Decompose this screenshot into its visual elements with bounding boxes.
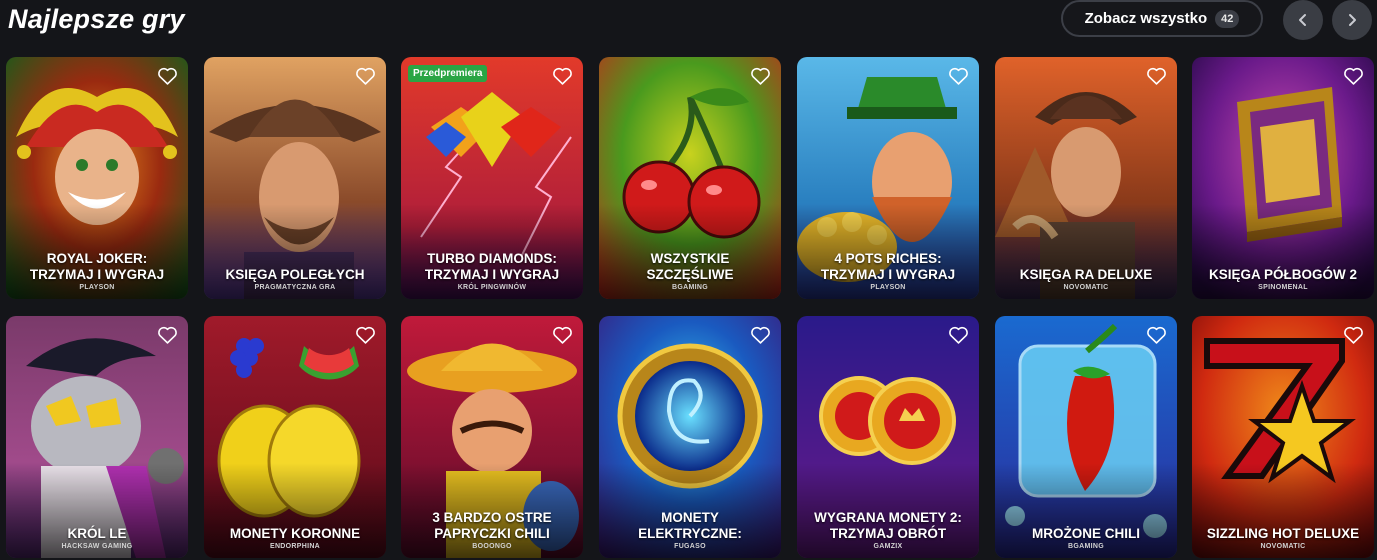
game-provider: BGaming [672, 284, 708, 291]
game-title: Mrożone Chili [1032, 526, 1140, 541]
see-all-button[interactable]: Zobacz wszystko 42 [1061, 0, 1263, 37]
game-card[interactable]: Księga Poległych Pragmatyczna gra [204, 57, 386, 299]
see-all-label: Zobacz wszystko [1084, 10, 1208, 27]
game-provider: Novomatic [1260, 543, 1306, 550]
game-title: Monety Koronne [229, 526, 361, 541]
game-provider: Król Pingwinów [457, 284, 527, 291]
game-provider: Playson [79, 284, 115, 291]
heart-icon[interactable] [157, 325, 178, 345]
game-card[interactable]: Księga Półbogów 2 Spinomenal [1192, 57, 1374, 299]
game-card[interactable]: Wszystkie szczęśliwe BGaming [599, 57, 781, 299]
game-title: Księga Poległych [225, 267, 365, 282]
game-card[interactable]: Król Le Hacksaw Gaming [6, 316, 188, 558]
game-card[interactable]: Przedpremiera Turbo Diamonds: Trzymaj i … [401, 57, 583, 299]
prerelease-badge: Przedpremiera [408, 65, 488, 82]
chevron-left-icon [1299, 14, 1306, 26]
games-count-badge: 42 [1215, 9, 1240, 28]
game-provider: Booongo [472, 543, 512, 550]
game-title: Sizzling Hot Deluxe [1206, 526, 1360, 541]
game-provider: Novomatic [1063, 284, 1109, 291]
heart-icon[interactable] [355, 325, 376, 345]
game-provider: BGaming [1068, 543, 1104, 550]
carousel-next-button[interactable] [1332, 0, 1372, 40]
game-provider: Hacksaw Gaming [61, 543, 133, 550]
game-title: Król Le [67, 526, 127, 541]
game-provider: Pragmatyczna gra [254, 284, 336, 291]
game-card[interactable]: Royal Joker: Trzymaj i wygraj Playson [6, 57, 188, 299]
game-provider: Spinomenal [1258, 284, 1308, 291]
heart-icon[interactable] [355, 66, 376, 86]
heart-icon[interactable] [1146, 66, 1167, 86]
chevron-right-icon [1349, 14, 1356, 26]
game-provider: Playson [870, 284, 906, 291]
game-title: Księga Ra Deluxe [1019, 267, 1153, 282]
game-title: Turbo Diamonds: Trzymaj i wygraj [424, 251, 560, 282]
game-title: Wszystkie szczęśliwe [646, 251, 734, 282]
heart-icon[interactable] [1343, 325, 1364, 345]
heart-icon[interactable] [948, 66, 969, 86]
game-provider: Fugaso [674, 543, 706, 550]
game-provider: Endorphina [269, 543, 321, 550]
game-card[interactable]: Monety Elektryczne: Fugaso [599, 316, 781, 558]
game-card[interactable]: Wygrana Monety 2: Trzymaj obrót Gamzix [797, 316, 979, 558]
game-title: 4 Pots Riches: Trzymaj i wygraj [820, 251, 956, 282]
game-card[interactable]: Monety Koronne Endorphina [204, 316, 386, 558]
heart-icon[interactable] [1146, 325, 1167, 345]
heart-icon[interactable] [157, 66, 178, 86]
game-title: Monety Elektryczne: [638, 510, 742, 541]
game-card[interactable]: 4 Pots Riches: Trzymaj i wygraj Playson [797, 57, 979, 299]
carousel-prev-button[interactable] [1283, 0, 1323, 40]
game-title: Wygrana Monety 2: Trzymaj obrót [814, 510, 962, 541]
heart-icon[interactable] [1343, 66, 1364, 86]
section-title: Najlepsze gry [8, 4, 185, 34]
game-provider: Gamzix [873, 543, 903, 550]
game-title: 3 Bardzo Ostre Papryczki Chili [432, 510, 552, 541]
heart-icon[interactable] [750, 66, 771, 86]
heart-icon[interactable] [552, 325, 573, 345]
heart-icon[interactable] [750, 325, 771, 345]
game-card[interactable]: Mrożone Chili BGaming [995, 316, 1177, 558]
game-card[interactable]: Sizzling Hot Deluxe Novomatic [1192, 316, 1374, 558]
game-card[interactable]: 3 Bardzo Ostre Papryczki Chili Booongo [401, 316, 583, 558]
heart-icon[interactable] [552, 66, 573, 86]
game-title: Royal Joker: Trzymaj i wygraj [29, 251, 165, 282]
heart-icon[interactable] [948, 325, 969, 345]
section-header: Najlepsze gry Zobacz wszystko 42 [0, 0, 1377, 40]
game-card[interactable]: Księga Ra Deluxe Novomatic [995, 57, 1177, 299]
game-title: Księga Półbogów 2 [1208, 267, 1357, 282]
